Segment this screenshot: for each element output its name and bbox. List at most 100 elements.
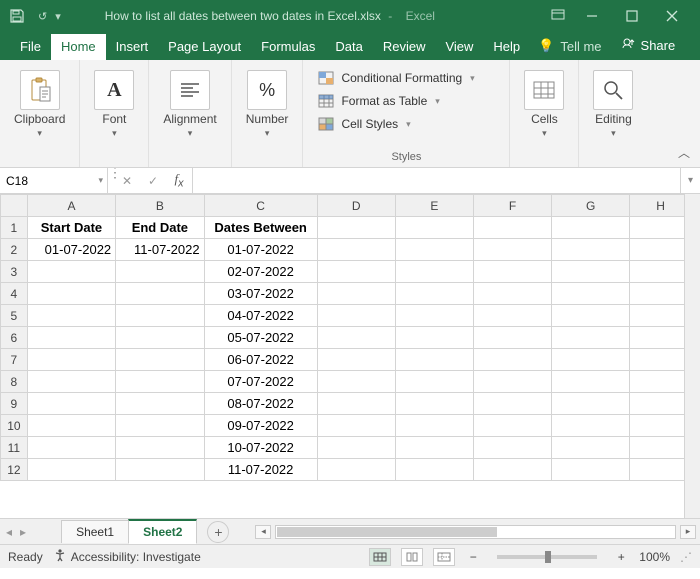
tab-formulas[interactable]: Formulas bbox=[251, 34, 325, 60]
cell[interactable] bbox=[27, 393, 115, 415]
cell[interactable] bbox=[473, 217, 551, 239]
cell[interactable] bbox=[395, 415, 473, 437]
format-as-table-button[interactable]: Format as Table ▾ bbox=[315, 91, 497, 111]
col-header[interactable]: A bbox=[27, 195, 115, 217]
cell[interactable] bbox=[27, 283, 115, 305]
cell[interactable] bbox=[473, 239, 551, 261]
cell[interactable] bbox=[317, 437, 395, 459]
cell[interactable] bbox=[630, 239, 684, 261]
cell[interactable]: 04-07-2022 bbox=[204, 305, 317, 327]
scroll-right-button[interactable]: ▸ bbox=[680, 525, 696, 539]
save-icon[interactable] bbox=[8, 7, 26, 25]
cell[interactable] bbox=[552, 217, 630, 239]
page-layout-view-button[interactable] bbox=[401, 548, 423, 566]
row-header[interactable]: 2 bbox=[1, 239, 28, 261]
tab-home[interactable]: Home bbox=[51, 34, 106, 60]
maximize-button[interactable] bbox=[612, 0, 652, 32]
insert-function-button[interactable]: fx bbox=[166, 171, 192, 190]
cell[interactable] bbox=[317, 239, 395, 261]
cell[interactable] bbox=[116, 459, 204, 481]
cell[interactable] bbox=[473, 327, 551, 349]
tell-me[interactable]: 💡 Tell me bbox=[530, 38, 609, 60]
cell[interactable]: 07-07-2022 bbox=[204, 371, 317, 393]
row-header[interactable]: 6 bbox=[1, 327, 28, 349]
tab-help[interactable]: Help bbox=[483, 34, 530, 60]
tab-insert[interactable]: Insert bbox=[106, 34, 159, 60]
cell[interactable] bbox=[630, 437, 684, 459]
cell[interactable] bbox=[630, 371, 684, 393]
cell[interactable] bbox=[395, 283, 473, 305]
cell[interactable]: 08-07-2022 bbox=[204, 393, 317, 415]
col-header[interactable]: F bbox=[473, 195, 551, 217]
cell[interactable] bbox=[27, 261, 115, 283]
share-button[interactable]: Share bbox=[610, 37, 688, 60]
cell[interactable] bbox=[630, 415, 684, 437]
vertical-scrollbar[interactable] bbox=[684, 194, 700, 518]
cell[interactable] bbox=[27, 305, 115, 327]
scroll-left-button[interactable]: ◂ bbox=[255, 525, 271, 539]
alignment-button[interactable]: Alignment ▾ bbox=[157, 66, 222, 139]
cell[interactable]: 10-07-2022 bbox=[204, 437, 317, 459]
cell[interactable] bbox=[552, 371, 630, 393]
page-break-view-button[interactable] bbox=[433, 548, 455, 566]
cell[interactable] bbox=[395, 239, 473, 261]
cell[interactable] bbox=[27, 415, 115, 437]
cell[interactable]: 02-07-2022 bbox=[204, 261, 317, 283]
zoom-out-button[interactable]: − bbox=[465, 550, 481, 564]
cell[interactable] bbox=[473, 415, 551, 437]
cell[interactable]: 06-07-2022 bbox=[204, 349, 317, 371]
cell[interactable] bbox=[473, 305, 551, 327]
row-header[interactable]: 3 bbox=[1, 261, 28, 283]
cell[interactable] bbox=[395, 217, 473, 239]
customize-qat-icon[interactable]: ▾ bbox=[55, 10, 61, 23]
cells-button[interactable]: Cells ▾ bbox=[518, 66, 570, 139]
zoom-level[interactable]: 100% bbox=[639, 550, 670, 564]
cell[interactable] bbox=[630, 327, 684, 349]
collapse-ribbon-icon[interactable]: ︿ bbox=[678, 144, 690, 161]
cell[interactable] bbox=[395, 261, 473, 283]
sheet-nav-prev-icon[interactable]: ◂ bbox=[6, 525, 12, 539]
font-button[interactable]: A Font ▾ bbox=[88, 66, 140, 139]
col-header[interactable]: E bbox=[395, 195, 473, 217]
cell[interactable] bbox=[395, 305, 473, 327]
cell[interactable] bbox=[552, 283, 630, 305]
tab-data[interactable]: Data bbox=[325, 34, 372, 60]
editing-button[interactable]: Editing ▾ bbox=[587, 66, 639, 139]
cell[interactable] bbox=[116, 393, 204, 415]
sheet-nav-next-icon[interactable]: ▸ bbox=[20, 525, 26, 539]
cell[interactable]: Start Date bbox=[27, 217, 115, 239]
cell[interactable] bbox=[317, 261, 395, 283]
cell[interactable] bbox=[27, 371, 115, 393]
ribbon-options-icon[interactable] bbox=[544, 0, 572, 32]
cell[interactable] bbox=[630, 349, 684, 371]
cell[interactable] bbox=[317, 217, 395, 239]
normal-view-button[interactable] bbox=[369, 548, 391, 566]
cell[interactable] bbox=[630, 217, 684, 239]
tab-file[interactable]: File bbox=[10, 34, 51, 60]
cell[interactable] bbox=[395, 371, 473, 393]
row-header[interactable]: 4 bbox=[1, 283, 28, 305]
spreadsheet-grid[interactable]: A B C D E F G H 1 Start Date End Date Da… bbox=[0, 194, 684, 481]
clipboard-button[interactable]: Clipboard ▾ bbox=[8, 66, 71, 139]
cell[interactable] bbox=[473, 437, 551, 459]
cell[interactable] bbox=[116, 371, 204, 393]
cell[interactable] bbox=[317, 393, 395, 415]
cell[interactable] bbox=[630, 459, 684, 481]
cell[interactable]: 01-07-2022 bbox=[27, 239, 115, 261]
cell[interactable] bbox=[27, 327, 115, 349]
undo-redo-arrow-icon[interactable]: ↺ bbox=[38, 10, 47, 23]
accessibility-button[interactable]: Accessibility: Investigate bbox=[53, 548, 201, 565]
cell[interactable] bbox=[317, 415, 395, 437]
col-header[interactable]: B bbox=[116, 195, 204, 217]
row-header[interactable]: 11 bbox=[1, 437, 28, 459]
cell[interactable] bbox=[395, 459, 473, 481]
close-button[interactable] bbox=[652, 0, 692, 32]
cell[interactable] bbox=[317, 349, 395, 371]
cell[interactable]: 05-07-2022 bbox=[204, 327, 317, 349]
enter-formula-button[interactable]: ✓ bbox=[140, 174, 166, 188]
cell[interactable] bbox=[552, 327, 630, 349]
expand-formula-bar-icon[interactable]: ▾ bbox=[680, 168, 700, 193]
resize-grip-icon[interactable]: ⋰ bbox=[680, 550, 690, 564]
number-button[interactable]: % Number ▾ bbox=[240, 66, 295, 139]
cell[interactable] bbox=[473, 283, 551, 305]
